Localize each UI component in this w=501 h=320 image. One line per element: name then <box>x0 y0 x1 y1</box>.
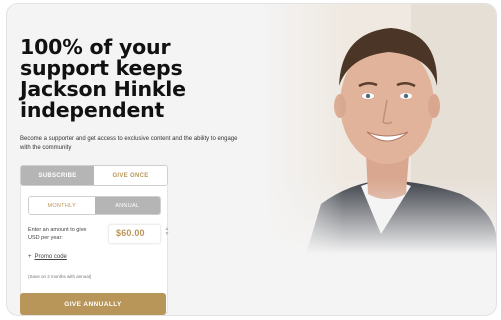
support-card: 100% of your support keeps Jackson Hinkl… <box>6 3 497 316</box>
portrait-fade-overlay <box>261 4 496 254</box>
tab-give-once[interactable]: GIVE ONCE <box>94 166 167 185</box>
person-portrait-image <box>261 4 496 254</box>
amount-input[interactable]: $60.00 <box>108 224 161 244</box>
amount-value: $60.00 <box>116 228 145 238</box>
amount-label: Enter an amount to give USD per year: <box>28 227 87 241</box>
promo-code-label: Promo code <box>34 254 67 260</box>
frequency-option-annual[interactable]: ANNUAL <box>94 197 160 214</box>
annual-savings-note: (Save on 2 months with annual) <box>28 274 92 279</box>
tab-subscribe[interactable]: SUBSCRIBE <box>21 166 94 185</box>
intro-text: Become a supporter and get access to exc… <box>20 136 238 151</box>
support-type-tabs: SUBSCRIBE GIVE ONCE <box>20 165 168 186</box>
plus-icon: + <box>28 254 32 260</box>
page: 100% of your support keeps Jackson Hinkl… <box>0 0 501 320</box>
frequency-option-monthly[interactable]: MONTHLY <box>29 197 95 214</box>
promo-code-link[interactable]: + Promo code <box>28 254 67 260</box>
give-annually-button[interactable]: GIVE ANNUALLY <box>20 293 166 315</box>
frequency-toggle: MONTHLY ANNUAL <box>28 196 161 215</box>
updown-chevron-icon[interactable]: ▲ ▼ <box>164 227 170 239</box>
page-title: 100% of your support keeps Jackson Hinkl… <box>20 35 186 122</box>
